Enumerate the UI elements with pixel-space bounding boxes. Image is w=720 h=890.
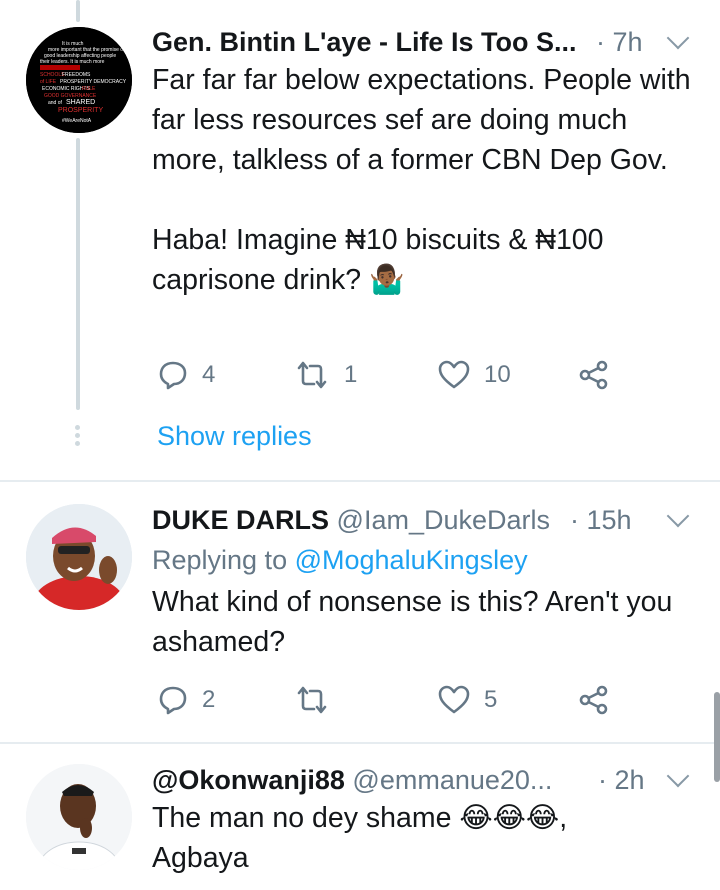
display-name[interactable]: Gen. Bintin L'aye - Life Is Too S... [152, 27, 576, 57]
share-icon [579, 685, 608, 715]
retweet-icon [297, 361, 327, 389]
tweet-actions: 4 1 10 [152, 355, 672, 395]
thread-line [76, 138, 80, 410]
tweet-2[interactable]: DUKE DARLS @Iam_DukeDarls · 15h Replying… [0, 482, 720, 742]
display-name[interactable]: DUKE DARLS [152, 505, 329, 535]
retweet-button[interactable]: 1 [294, 355, 357, 395]
avatar[interactable] [26, 764, 132, 870]
avatar[interactable] [26, 504, 132, 610]
tweet-text: Far far far below expectations. People w… [152, 64, 691, 296]
reply-count: 2 [202, 686, 216, 713]
avatar-image: It is much more important that the promi… [26, 27, 132, 133]
share-icon [579, 360, 608, 390]
like-button[interactable]: 5 [438, 680, 497, 720]
chevron-down-icon[interactable] [666, 504, 690, 528]
mention-link[interactable]: @MoghaluKingsley [295, 545, 528, 575]
tweet-header: @Okonwanji88 @emmanue20... [152, 760, 592, 800]
display-name[interactable]: @Okonwanji88 [152, 765, 345, 795]
tweet-header: DUKE DARLS @Iam_DukeDarls [152, 500, 582, 540]
timestamp[interactable]: · 7h [596, 22, 643, 62]
svg-text:of LIFE: of LIFE [40, 79, 57, 85]
retweet-count: 1 [344, 361, 358, 388]
user-handle[interactable]: @emmanue20... [352, 765, 552, 795]
replying-to-label: Replying to [152, 545, 288, 575]
tweet-actions: 2 5 [152, 680, 672, 720]
chevron-down-icon[interactable] [666, 764, 690, 788]
avatar-image [26, 764, 132, 870]
replying-to: Replying to @MoghaluKingsley [152, 540, 528, 580]
retweet-icon [297, 686, 327, 714]
svg-text:their leaders. It is much more: their leaders. It is much more [40, 59, 105, 65]
timestamp[interactable]: · 2h [598, 760, 645, 800]
svg-text:#WeAreNotA: #WeAreNotA [62, 118, 92, 124]
heart-icon [438, 685, 470, 714]
timestamp[interactable]: · 15h [570, 500, 632, 540]
svg-text:FREEDOMS: FREEDOMS [62, 72, 91, 78]
tweet-3[interactable]: @Okonwanji88 @emmanue20... · 2h The man … [0, 744, 720, 890]
reply-button[interactable]: 2 [158, 680, 215, 720]
avatar[interactable]: It is much more important that the promi… [26, 27, 132, 133]
share-button[interactable] [578, 680, 610, 720]
avatar-image [26, 504, 132, 610]
tweet-1[interactable]: It is much more important that the promi… [0, 0, 720, 480]
show-replies-link[interactable]: Show replies [157, 416, 312, 456]
svg-text:and of: and of [48, 100, 63, 106]
reply-button[interactable]: 4 [158, 355, 215, 395]
like-count: 5 [484, 686, 498, 713]
tweet-text: The man no dey shame 😂😂😂, Agbaya [152, 802, 568, 874]
thread-dots [75, 425, 81, 449]
svg-text:SHARED: SHARED [66, 99, 95, 106]
tweet-text: What kind of nonsense is this? Aren't yo… [152, 586, 673, 658]
retweet-button[interactable] [294, 680, 344, 720]
chevron-down-icon[interactable] [666, 26, 690, 50]
svg-text:PROSPERITY DEMOCRACY: PROSPERITY DEMOCRACY [60, 79, 127, 85]
reply-icon [159, 686, 187, 715]
like-button[interactable]: 10 [438, 355, 511, 395]
like-count: 10 [484, 361, 511, 388]
heart-icon [438, 360, 470, 389]
reply-count: 4 [202, 361, 216, 388]
scrollbar[interactable] [714, 692, 720, 782]
share-button[interactable] [578, 355, 610, 395]
tweet-header: Gen. Bintin L'aye - Life Is Too S... [152, 22, 632, 62]
svg-text:PROSPERITY: PROSPERITY [58, 107, 103, 114]
svg-text:RULE: RULE [82, 86, 96, 92]
user-handle[interactable]: @Iam_DukeDarls [337, 505, 550, 535]
thread-line [76, 0, 80, 22]
reply-icon [159, 361, 187, 390]
